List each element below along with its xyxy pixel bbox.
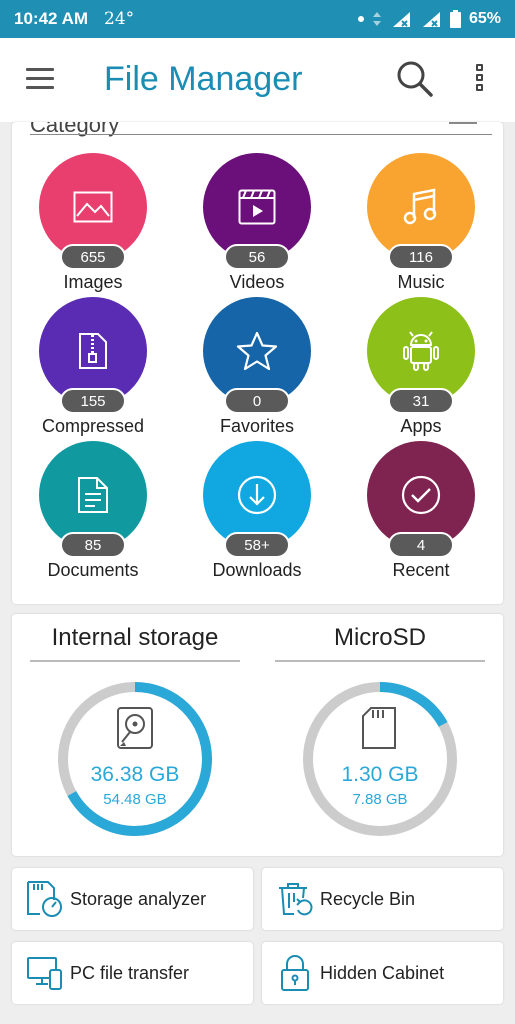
- battery-percent: 65%: [468, 10, 501, 27]
- status-time: 10:42 AM: [14, 9, 89, 28]
- images-count: 655: [60, 244, 126, 270]
- category-compressed[interactable]: 155 Compressed: [23, 297, 163, 447]
- apps-count: 31: [388, 388, 454, 414]
- storage-card: Internal storage MicroSD 36.38 GB 54.48 …: [12, 614, 503, 856]
- favorites-label: Favorites: [219, 416, 295, 436]
- pc-transfer-label: PC file transfer: [70, 962, 190, 983]
- category-header: Category: [30, 122, 120, 137]
- category-downloads[interactable]: 58+ Downloads: [187, 441, 327, 591]
- compressed-count: 155: [60, 388, 126, 414]
- battery-icon: [449, 10, 461, 28]
- category-apps[interactable]: 31 Apps: [351, 297, 491, 447]
- notification-dot-icon: [357, 16, 364, 22]
- search-icon[interactable]: [396, 60, 434, 98]
- category-images[interactable]: 655 Images: [23, 153, 163, 303]
- category-videos[interactable]: 56 Videos: [187, 153, 327, 303]
- storage-analyzer-icon: [24, 878, 66, 920]
- document-icon: [78, 477, 108, 513]
- hidden-cabinet-label: Hidden Cabinet: [320, 962, 445, 983]
- lock-icon: [274, 952, 316, 994]
- favorites-count: 0: [224, 388, 290, 414]
- microsd-ring[interactable]: 1.30 GB 7.88 GB: [301, 680, 459, 843]
- app-bar: File Manager: [0, 38, 515, 122]
- check-icon: [401, 475, 441, 515]
- documents-count: 85: [60, 532, 126, 558]
- star-icon: [236, 331, 278, 371]
- videos-label: Videos: [229, 272, 285, 292]
- hamburger-menu-icon[interactable]: [26, 68, 54, 90]
- category-favorites[interactable]: 0 Favorites: [187, 297, 327, 447]
- status-bar: 10:42 AM 24° 65%: [0, 0, 515, 38]
- category-divider: [30, 134, 492, 135]
- images-label: Images: [63, 272, 123, 292]
- sort-icon[interactable]: [449, 122, 477, 128]
- internal-storage-ring[interactable]: 36.38 GB 54.48 GB: [56, 680, 214, 843]
- recycle-bin-label: Recycle Bin: [320, 888, 416, 909]
- status-temperature: 24°: [104, 9, 135, 29]
- category-recent[interactable]: 4 Recent: [351, 441, 491, 591]
- category-music[interactable]: 116 Music: [351, 153, 491, 303]
- compressed-label: Compressed: [41, 416, 145, 436]
- signal-icon-2: [422, 12, 440, 27]
- microsd-divider: [275, 660, 485, 662]
- category-documents[interactable]: 85 Documents: [23, 441, 163, 591]
- internal-used: 36.38 GB: [90, 762, 180, 786]
- music-icon: [403, 188, 437, 225]
- page-title: File Manager: [104, 60, 303, 98]
- internal-total: 54.48 GB: [103, 790, 167, 808]
- pc-file-transfer-button[interactable]: PC file transfer: [12, 942, 253, 1004]
- downloads-count: 58+: [224, 532, 290, 558]
- videos-count: 56: [224, 244, 290, 270]
- data-arrows-icon: [372, 12, 381, 26]
- pc-transfer-icon: [24, 952, 66, 994]
- recycle-bin-icon: [274, 878, 316, 920]
- download-icon: [237, 475, 277, 515]
- apps-label: Apps: [400, 416, 442, 436]
- microsd-title[interactable]: MicroSD: [275, 624, 485, 652]
- image-icon: [73, 191, 113, 223]
- recycle-bin-button[interactable]: Recycle Bin: [262, 868, 503, 930]
- more-options-icon[interactable]: [476, 64, 484, 94]
- music-label: Music: [397, 272, 445, 292]
- music-count: 116: [388, 244, 454, 270]
- storage-analyzer-label: Storage analyzer: [70, 888, 207, 909]
- hidden-cabinet-button[interactable]: Hidden Cabinet: [262, 942, 503, 1004]
- internal-storage-title[interactable]: Internal storage: [30, 624, 240, 652]
- documents-label: Documents: [47, 560, 139, 580]
- signal-icon: [392, 12, 410, 27]
- recent-count: 4: [388, 532, 454, 558]
- downloads-label: Downloads: [212, 560, 302, 580]
- recent-label: Recent: [392, 560, 450, 580]
- video-icon: [238, 189, 276, 225]
- zip-icon: [79, 333, 107, 369]
- microsd-used: 1.30 GB: [341, 762, 419, 786]
- storage-analyzer-button[interactable]: Storage analyzer: [12, 868, 253, 930]
- microsd-total: 7.88 GB: [352, 790, 408, 808]
- internal-storage-divider: [30, 660, 240, 662]
- android-icon: [403, 331, 439, 371]
- category-card: Category 655 Images 56 Videos 116 Music …: [12, 122, 503, 604]
